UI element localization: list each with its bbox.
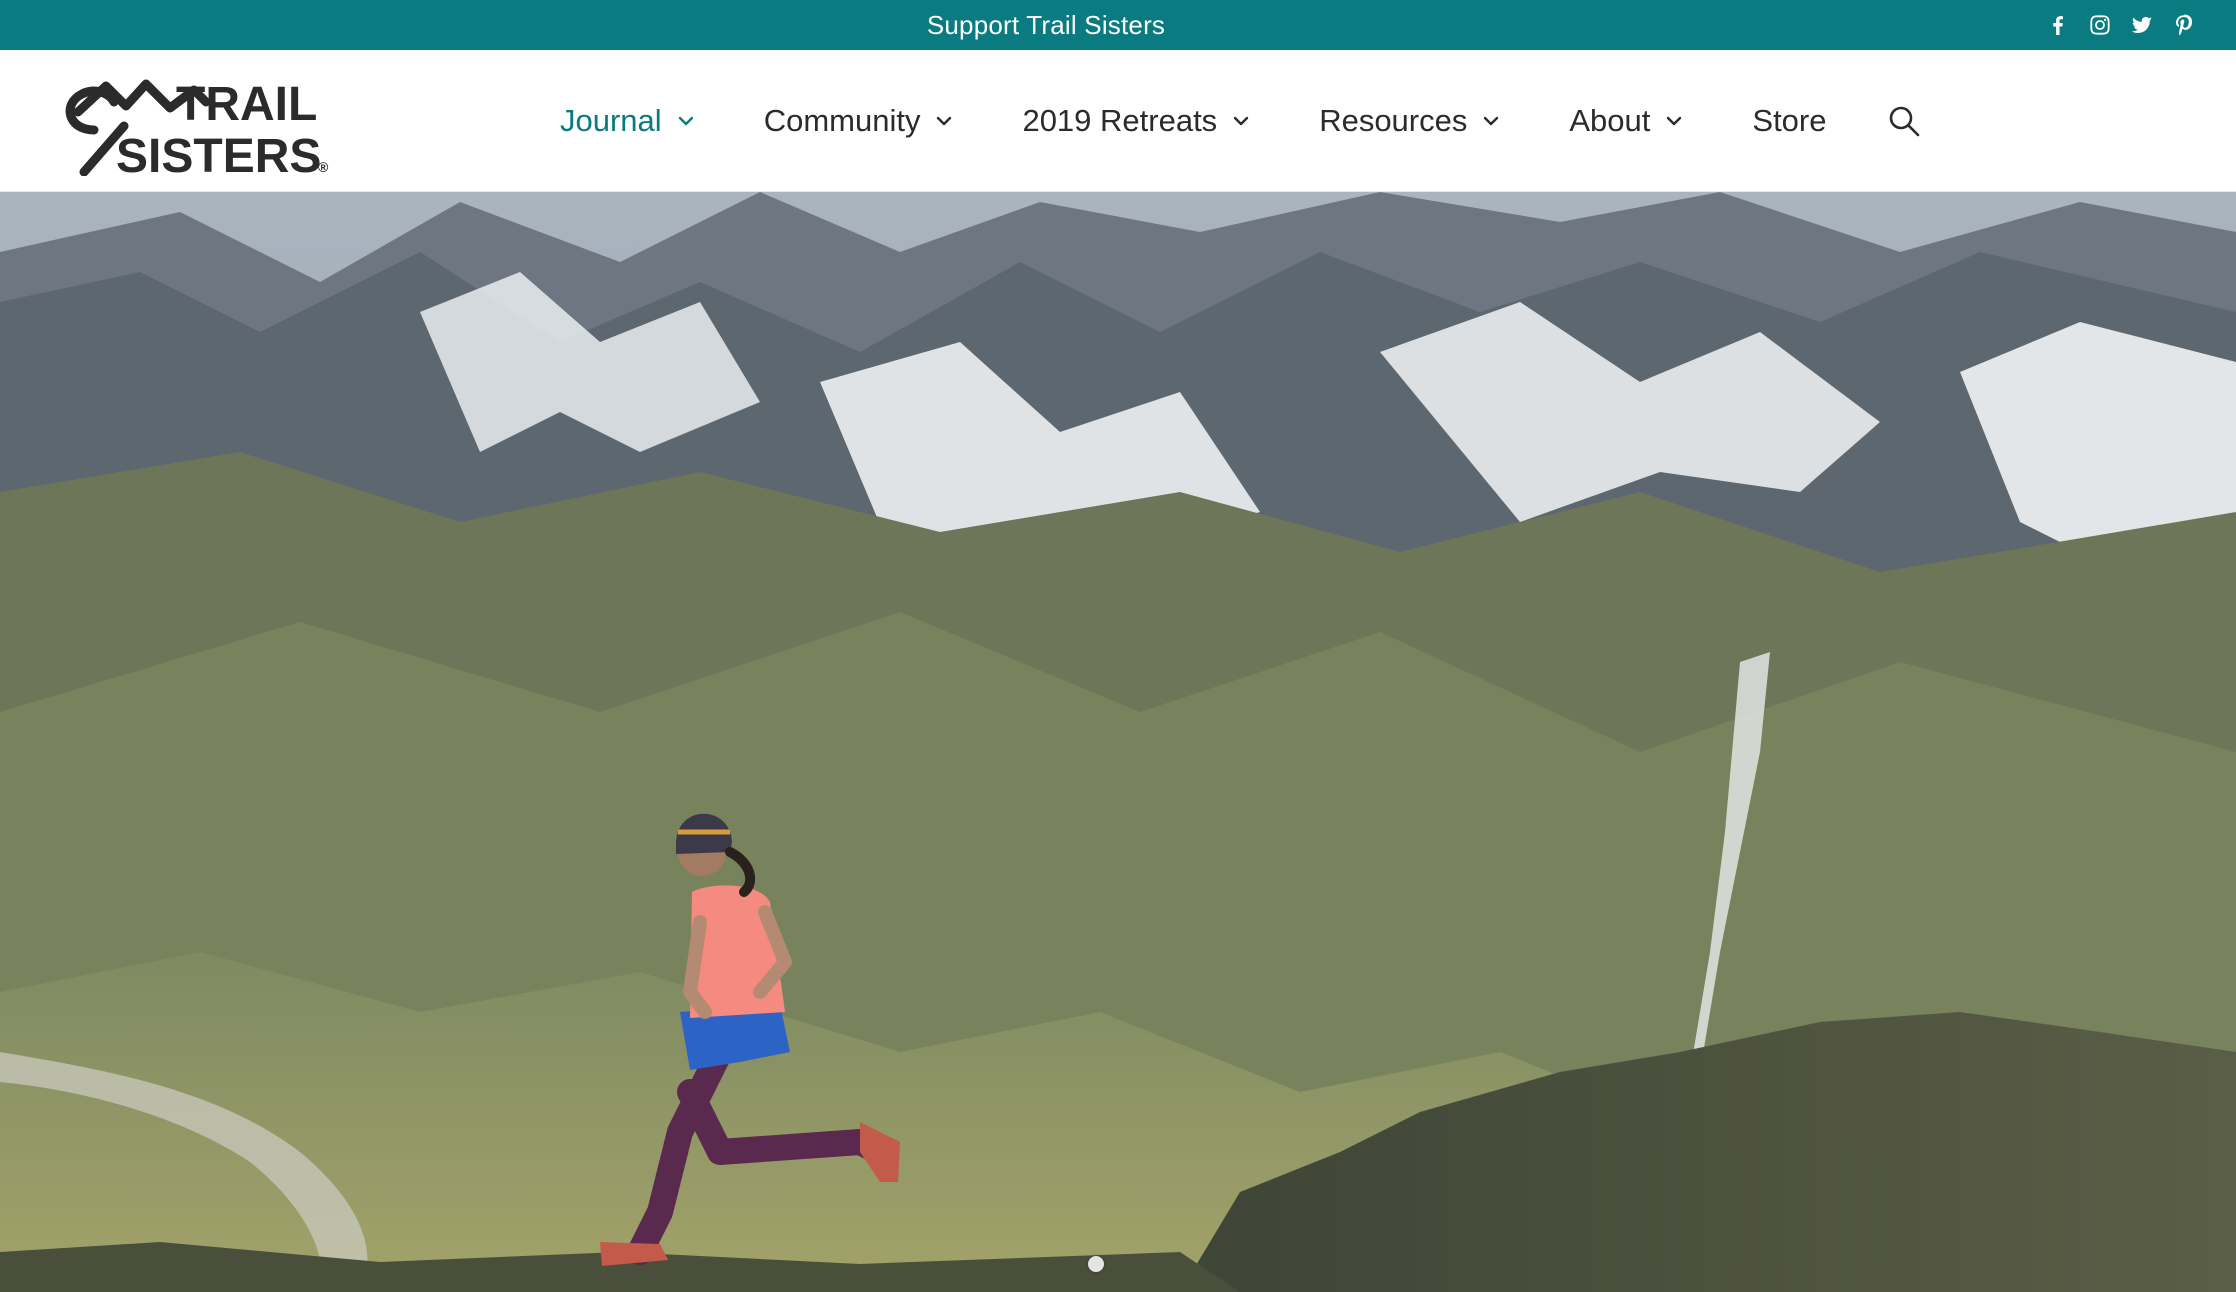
twitter-icon[interactable] (2130, 13, 2154, 37)
logo-line-1: TRAIL (176, 78, 317, 131)
search-icon (1889, 106, 1919, 137)
hero-slider (0, 192, 2236, 1292)
nav-resources[interactable]: Resources (1319, 103, 1501, 139)
pinterest-icon[interactable] (2172, 13, 2196, 37)
chevron-down-icon (1233, 116, 1249, 126)
chevron-down-icon (678, 116, 693, 126)
logo-registered-mark: ® (318, 159, 329, 175)
nav-about-label: About (1569, 103, 1651, 138)
nav-journal-label: Journal (560, 103, 662, 138)
chevron-down-icon (937, 116, 952, 126)
chevron-down-icon (1484, 116, 1499, 126)
nav-store[interactable]: Store (1752, 103, 1826, 139)
nav-community[interactable]: Community (764, 103, 955, 139)
nav-journal[interactable]: Journal (560, 103, 696, 139)
social-links (2046, 0, 2196, 50)
trail-sisters-logo: TRAIL SISTERS ® (65, 78, 329, 183)
site-logo[interactable]: TRAIL SISTERS ® (54, 68, 344, 183)
nav-resources-label: Resources (1319, 103, 1468, 138)
support-link[interactable]: Support Trail Sisters (0, 0, 2092, 50)
nav-store-label: Store (1752, 103, 1827, 138)
support-bar: Support Trail Sisters (0, 0, 2236, 50)
hero-image (0, 192, 2236, 1292)
facebook-icon[interactable] (2046, 13, 2070, 37)
slider-dot[interactable] (1088, 1256, 1104, 1272)
main-navigation: Journal Community 2019 Retreats Resource… (560, 50, 1923, 192)
logo-line-2: SISTERS (116, 130, 321, 176)
chevron-down-icon (1667, 116, 1682, 126)
site-header: TRAIL SISTERS ® Journal Community 2019 R… (0, 50, 2236, 192)
nav-community-label: Community (763, 103, 921, 138)
instagram-icon[interactable] (2088, 13, 2112, 37)
slider-pagination (1088, 1256, 1104, 1272)
nav-about[interactable]: About (1569, 103, 1684, 139)
nav-2019-retreats[interactable]: 2019 Retreats (1022, 103, 1251, 139)
search-button[interactable] (1887, 103, 1923, 139)
nav-2019-retreats-label: 2019 Retreats (1022, 103, 1218, 138)
